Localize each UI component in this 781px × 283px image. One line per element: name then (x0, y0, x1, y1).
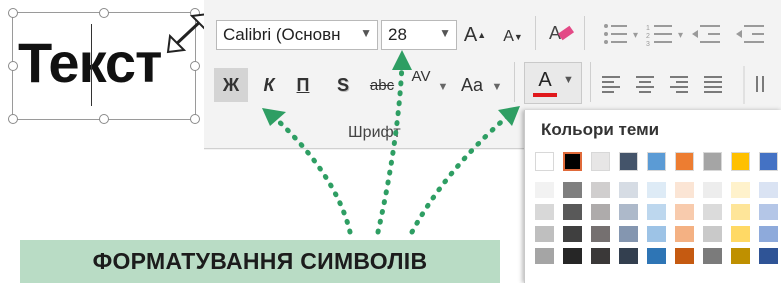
shade-swatch[interactable] (675, 248, 694, 264)
grow-font-button[interactable]: A ▲ (462, 20, 488, 50)
shade-swatch[interactable] (563, 204, 582, 220)
shade-swatch[interactable] (591, 248, 610, 264)
shade-swatch[interactable] (535, 182, 554, 198)
color-swatch[interactable] (647, 152, 666, 171)
shade-swatch[interactable] (535, 248, 554, 264)
banner: ФОРМАТУВАННЯ СИМВОЛІВ (20, 240, 500, 283)
separator (584, 16, 585, 50)
font-size-select[interactable]: 28 ▼ (381, 20, 457, 50)
strikethrough-button[interactable]: abc (364, 70, 400, 100)
shade-swatch[interactable] (703, 182, 722, 198)
clear-formatting-button[interactable]: A (545, 18, 577, 48)
shade-swatch[interactable] (759, 226, 778, 242)
ribbon-bottom-border (204, 148, 524, 149)
color-swatch[interactable] (619, 152, 638, 171)
resize-handle[interactable] (8, 8, 18, 18)
theme-colors-palette: Кольори теми (524, 110, 781, 283)
color-swatch[interactable] (759, 152, 778, 171)
bold-button[interactable]: Ж (214, 68, 248, 102)
shade-swatch[interactable] (703, 248, 722, 264)
shade-swatch[interactable] (535, 226, 554, 242)
shade-swatch[interactable] (591, 182, 610, 198)
shrink-font-button[interactable]: A ▼ (500, 22, 526, 52)
shade-swatch[interactable] (731, 248, 750, 264)
shade-swatch[interactable] (591, 226, 610, 242)
shade-swatch[interactable] (563, 248, 582, 264)
shade-swatch[interactable] (675, 226, 694, 242)
font-group-label: Шрифт (348, 124, 401, 141)
chevron-down-icon[interactable]: ▼ (436, 72, 450, 102)
shade-swatch[interactable] (703, 204, 722, 220)
shade-swatch[interactable] (563, 226, 582, 242)
character-spacing-label: AV (411, 68, 431, 85)
shade-swatch[interactable] (675, 182, 694, 198)
italic-button[interactable]: К (256, 70, 282, 100)
change-case-button[interactable]: Aa (456, 70, 488, 100)
font-name-select[interactable]: Calibri (Основн ▼ (216, 20, 378, 50)
shade-swatch[interactable] (647, 226, 666, 242)
color-swatch[interactable] (563, 152, 582, 171)
resize-handle[interactable] (99, 114, 109, 124)
shade-swatch[interactable] (619, 248, 638, 264)
shadow-label: S (336, 74, 349, 95)
underline-button[interactable]: П (290, 70, 316, 100)
eraser-icon: A (549, 23, 575, 43)
strikethrough-label: abc (369, 76, 395, 94)
separator (514, 62, 515, 102)
shade-swatch[interactable] (703, 226, 722, 242)
shade-swatch[interactable] (619, 182, 638, 198)
banner-title: ФОРМАТУВАННЯ СИМВОЛІВ (92, 248, 428, 274)
resize-handle[interactable] (8, 61, 18, 71)
font-name-value: Calibri (Основн (223, 25, 341, 44)
font-color-swatch (533, 93, 557, 97)
color-swatch[interactable] (591, 152, 610, 171)
shade-swatch[interactable] (647, 248, 666, 264)
color-swatch[interactable] (535, 152, 554, 171)
shade-swatch[interactable] (731, 204, 750, 220)
color-swatch[interactable] (675, 152, 694, 171)
chevron-down-icon: ▼ (563, 74, 574, 86)
character-spacing-button[interactable]: AV (404, 64, 438, 100)
resize-handle[interactable] (8, 114, 18, 124)
resize-handle[interactable] (190, 114, 200, 124)
shade-swatch[interactable] (731, 182, 750, 198)
color-swatch[interactable] (731, 152, 750, 171)
separator (590, 62, 591, 102)
shade-swatch[interactable] (675, 204, 694, 220)
color-swatch[interactable] (703, 152, 722, 171)
shade-swatch[interactable] (535, 204, 554, 220)
shadow-button[interactable]: S (330, 70, 356, 100)
shade-swatch[interactable] (647, 204, 666, 220)
italic-label: К (263, 74, 275, 95)
shade-swatch[interactable] (563, 182, 582, 198)
palette-title: Кольори теми (541, 120, 660, 139)
shade-swatch[interactable] (591, 204, 610, 220)
shade-swatch[interactable] (647, 182, 666, 198)
text-cursor (91, 24, 92, 106)
resize-handle[interactable] (190, 61, 200, 71)
grow-font-icon: A (463, 23, 478, 46)
shade-swatch[interactable] (731, 226, 750, 242)
shade-swatch[interactable] (759, 248, 778, 264)
font-color-label: A (538, 68, 552, 91)
separator (535, 16, 536, 50)
shade-swatch[interactable] (759, 182, 778, 198)
font-size-value: 28 (388, 25, 407, 44)
change-case-label: Aa (460, 74, 484, 95)
chevron-down-icon: ▼ (360, 26, 372, 40)
font-color-button[interactable]: A ▼ (524, 62, 582, 104)
shade-swatch[interactable] (619, 226, 638, 242)
shrink-font-icon: A (503, 28, 514, 45)
chevron-down-icon[interactable]: ▼ (490, 72, 504, 102)
chevron-down-icon: ▼ (439, 26, 451, 40)
bold-label: Ж (222, 74, 240, 95)
resize-handle[interactable] (190, 8, 200, 18)
underline-label: П (296, 74, 310, 95)
shade-swatch[interactable] (619, 204, 638, 220)
slide-text[interactable]: Текст (18, 30, 162, 96)
resize-handle[interactable] (99, 8, 109, 18)
shade-swatch[interactable] (759, 204, 778, 220)
